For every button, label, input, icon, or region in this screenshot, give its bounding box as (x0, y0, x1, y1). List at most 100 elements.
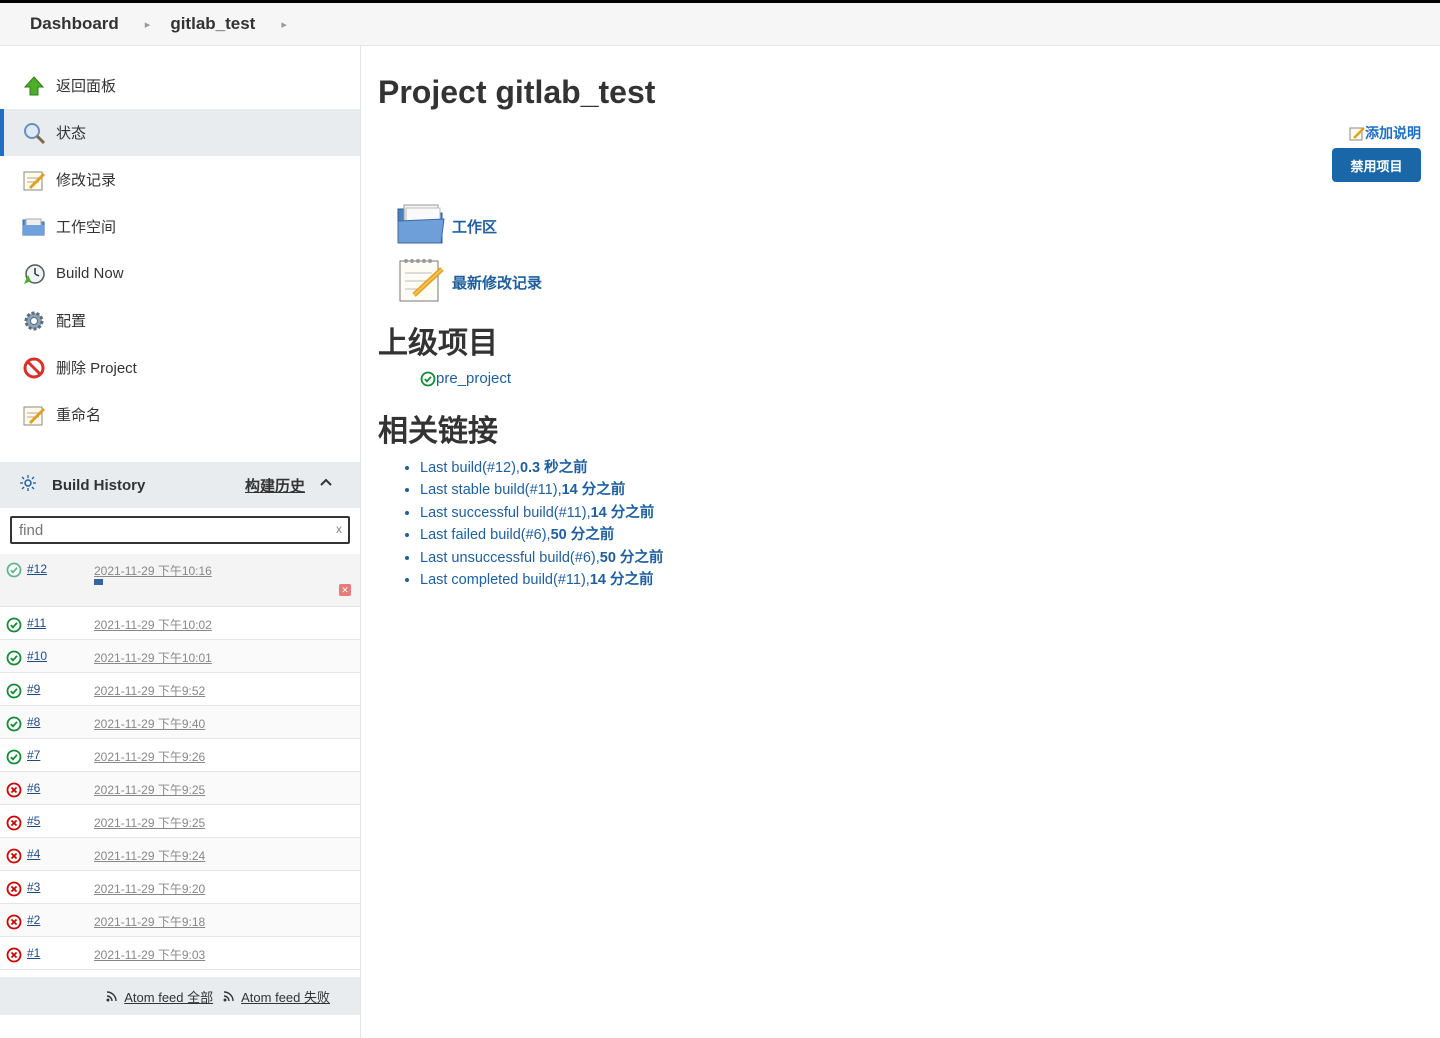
build-date-link[interactable]: 2021-11-29 下午9:03 (94, 946, 205, 963)
failed-x-icon (6, 848, 22, 864)
build-progress-bar[interactable] (94, 579, 103, 585)
add-description-label: 添加说明 (1365, 125, 1421, 141)
up-arrow-icon (22, 74, 46, 98)
build-history-header: Build History 构建历史 (0, 462, 360, 508)
build-number-link[interactable]: #11 (27, 616, 46, 630)
task-status[interactable]: 状态 (0, 109, 360, 156)
build-date-link[interactable]: 2021-11-29 下午9:25 (94, 814, 205, 831)
build-number-link[interactable]: #7 (27, 748, 40, 762)
build-history-title: Build History (52, 476, 146, 494)
build-date-link[interactable]: 2021-11-29 下午9:26 (94, 748, 205, 765)
build-row: #5 2021-11-29 下午9:25 (0, 805, 360, 838)
rss-icon (223, 991, 234, 1002)
build-date-link[interactable]: 2021-11-29 下午9:40 (94, 715, 205, 732)
atom-feed-all-label: Atom feed 全部 (124, 989, 214, 1005)
upstream-project-label: pre_project (436, 370, 512, 387)
build-trend-link[interactable]: 构建历史 (245, 475, 305, 496)
build-date-link[interactable]: 2021-11-29 下午10:01 (94, 649, 212, 666)
add-description-link[interactable]: 添加说明 (1349, 123, 1421, 143)
build-number-link[interactable]: #2 (27, 913, 40, 927)
build-row: #8 2021-11-29 下午9:40 (0, 706, 360, 739)
task-label: 修改记录 (56, 172, 117, 189)
build-date-link[interactable]: 2021-11-29 下午9:52 (94, 682, 205, 699)
build-number-link[interactable]: #5 (27, 814, 40, 828)
task-label: 删除 Project (56, 360, 137, 377)
cancel-build-icon[interactable]: ✕ (339, 584, 351, 596)
related-link-time: 14 分之前 (589, 571, 654, 588)
task-workspace[interactable]: 工作空间 (0, 203, 360, 250)
build-row: #4 2021-11-29 下午9:24 (0, 838, 360, 871)
breadcrumb-dashboard[interactable]: Dashboard (30, 14, 119, 34)
atom-feed-failed-label: Atom feed 失败 (241, 989, 330, 1005)
failed-x-icon (6, 914, 22, 930)
chevron-up-icon[interactable] (318, 474, 334, 490)
build-date-link[interactable]: 2021-11-29 下午9:18 (94, 913, 205, 930)
build-number-link[interactable]: #8 (27, 715, 40, 729)
sun-icon (20, 474, 36, 496)
build-row: #7 2021-11-29 下午9:26 (0, 739, 360, 772)
related-link-item[interactable]: Last successful build(#11),14 分之前 (420, 502, 663, 524)
build-row: #3 2021-11-29 下午9:20 (0, 871, 360, 904)
task-build-now[interactable]: Build Now (0, 250, 360, 297)
build-search-field[interactable]: x (10, 516, 350, 544)
build-row: #9 2021-11-29 下午9:52 (0, 673, 360, 706)
chevron-right-icon[interactable]: ▸ (281, 18, 287, 31)
breadcrumb-project[interactable]: gitlab_test (170, 14, 255, 34)
recent-changes-label: 最新修改记录 (452, 275, 543, 292)
recent-changes-link[interactable]: 最新修改记录 (396, 257, 542, 308)
gear-icon (22, 309, 46, 333)
related-link-item[interactable]: Last completed build(#11),14 分之前 (420, 569, 663, 591)
build-date-link[interactable]: 2021-11-29 下午10:02 (94, 616, 212, 633)
folder-icon (22, 215, 46, 239)
build-date-link[interactable]: 2021-11-29 下午9:25 (94, 781, 205, 798)
atom-feed-all-link[interactable]: Atom feed 全部 (106, 987, 213, 1006)
atom-feed-failed-link[interactable]: Atom feed 失败 (223, 987, 330, 1006)
build-number-link[interactable]: #10 (27, 649, 47, 663)
workspace-label: 工作区 (452, 219, 498, 236)
task-label: Build Now (56, 265, 124, 282)
upstream-project-link[interactable]: pre_project (420, 370, 511, 387)
task-rename[interactable]: 重命名 (0, 391, 360, 438)
failed-x-icon (6, 815, 22, 831)
clock-icon (22, 262, 46, 286)
notepad-icon (22, 168, 46, 192)
build-number-link[interactable]: #9 (27, 682, 40, 696)
related-links-heading: 相关链接 (378, 415, 498, 448)
build-date-link[interactable]: 2021-11-29 下午10:16 (94, 562, 212, 579)
build-number-link[interactable]: #12 (27, 562, 47, 576)
related-link-item[interactable]: Last build(#12),0.3 秒之前 (420, 457, 663, 479)
failed-x-icon (6, 782, 22, 798)
task-back-to-dashboard[interactable]: 返回面板 (0, 62, 360, 109)
related-link-time: 14 分之前 (561, 482, 626, 499)
edit-icon (1349, 127, 1365, 141)
build-date-link[interactable]: 2021-11-29 下午9:20 (94, 880, 205, 897)
build-date-link[interactable]: 2021-11-29 下午9:24 (94, 847, 205, 864)
task-configure[interactable]: 配置 (0, 297, 360, 344)
related-link-item[interactable]: Last failed build(#6),50 分之前 (420, 524, 663, 546)
task-delete-project[interactable]: 删除 Project (0, 344, 360, 391)
build-search-input[interactable] (19, 521, 319, 539)
success-check-icon (6, 749, 22, 765)
magnifier-icon (22, 121, 46, 145)
related-link-item[interactable]: Last unsuccessful build(#6),50 分之前 (420, 547, 663, 569)
chevron-right-icon[interactable]: ▸ (145, 18, 151, 31)
related-link-text: Last stable build(#11), (420, 482, 562, 499)
disable-project-button[interactable]: 禁用项目 (1332, 148, 1421, 182)
related-link-text: Last successful build(#11), (420, 504, 591, 521)
related-link-text: Last build(#12), (420, 460, 520, 476)
related-link-time: 14 分之前 (590, 504, 655, 521)
build-number-link[interactable]: #3 (27, 880, 40, 894)
notepad-icon (396, 257, 446, 308)
running-check-icon (6, 562, 22, 578)
related-link-item[interactable]: Last stable build(#11),14 分之前 (420, 479, 663, 501)
build-history-footer: Atom feed 全部 Atom feed 失败 (0, 977, 360, 1015)
related-link-text: Last failed build(#6), (420, 527, 551, 544)
workspace-link[interactable]: 工作区 (396, 201, 497, 252)
clear-search-button[interactable]: x (336, 522, 342, 536)
failed-x-icon (6, 881, 22, 897)
build-number-link[interactable]: #4 (27, 847, 40, 861)
build-number-link[interactable]: #6 (27, 781, 40, 795)
success-check-icon (420, 371, 436, 386)
build-number-link[interactable]: #1 (27, 946, 40, 960)
task-changes[interactable]: 修改记录 (0, 156, 360, 203)
